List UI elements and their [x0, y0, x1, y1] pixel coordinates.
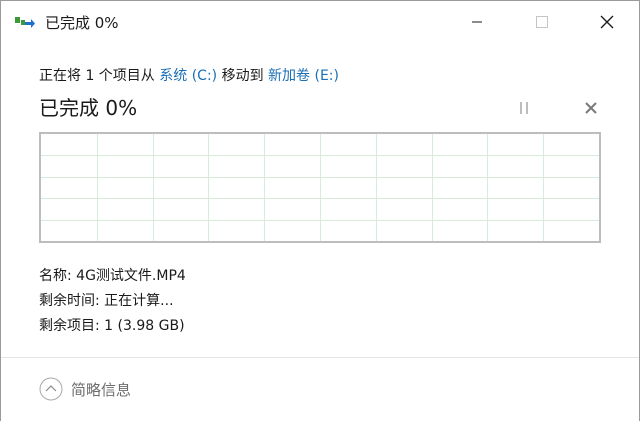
operation-prefix: 正在将 1 个项目从: [39, 68, 160, 84]
operation-middle: 移动到: [217, 68, 269, 84]
dialog-footer: 简略信息: [1, 357, 639, 421]
transfer-details: 名称: 4G测试文件.MP4 剩余时间: 正在计算... 剩余项目: 1 (3.…: [39, 264, 186, 339]
title-bar[interactable]: 已完成 0%: [1, 1, 639, 43]
move-files-icon: [15, 17, 35, 28]
fewer-details-label: 简略信息: [71, 380, 132, 399]
pause-button[interactable]: [514, 98, 534, 118]
name-label: 名称:: [39, 268, 77, 284]
source-drive-link[interactable]: 系统 (C:): [159, 68, 217, 84]
maximize-icon: [536, 16, 548, 28]
window-title: 已完成 0%: [45, 14, 119, 32]
minimize-button[interactable]: [454, 1, 500, 43]
transfer-speed-graph: [39, 132, 601, 243]
progress-heading: 已完成 0%: [39, 96, 138, 120]
fewer-details-toggle[interactable]: 简略信息: [39, 376, 131, 402]
detail-time-remaining: 剩余时间: 正在计算...: [39, 289, 186, 314]
destination-drive-link[interactable]: 新加卷 (E:): [268, 68, 339, 84]
close-window-button[interactable]: [584, 1, 630, 43]
cancel-button[interactable]: [581, 98, 601, 118]
graph-grid: [41, 134, 599, 241]
copy-progress-dialog: 已完成 0% 正在将 1 个项目从 系统 (C:) 移动到 新加卷 (E:) 已…: [0, 0, 640, 421]
operation-description: 正在将 1 个项目从 系统 (C:) 移动到 新加卷 (E:): [39, 65, 339, 85]
time-remaining-value: 正在计算...: [104, 293, 174, 309]
items-remaining-value: 1 (3.98 GB): [104, 318, 185, 334]
name-value: 4G测试文件.MP4: [76, 268, 186, 284]
close-icon: [600, 15, 614, 29]
maximize-button[interactable]: [519, 1, 565, 43]
time-remaining-label: 剩余时间:: [39, 293, 105, 309]
detail-items-remaining: 剩余项目: 1 (3.98 GB): [39, 314, 186, 339]
minimize-icon: [472, 21, 482, 23]
detail-name: 名称: 4G测试文件.MP4: [39, 264, 186, 289]
items-remaining-label: 剩余项目:: [39, 318, 105, 334]
chevron-up-circle-icon: [39, 377, 63, 401]
